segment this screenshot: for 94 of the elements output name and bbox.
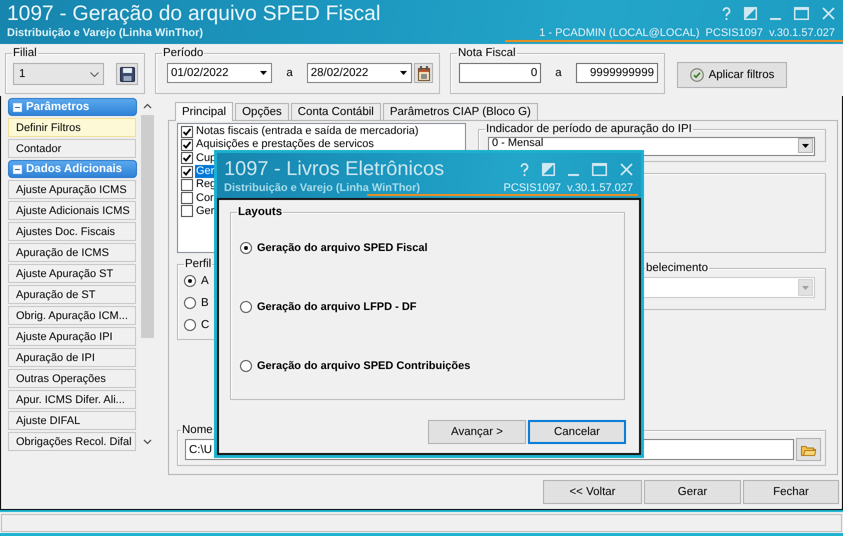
sidebar-item[interactable]: Apur. ICMS Difer. Ali...	[8, 390, 136, 409]
sidebar-item[interactable]: Ajuste Apuração IPI	[8, 327, 136, 346]
calendar-button[interactable]	[414, 63, 433, 83]
dropdown[interactable]: 1	[13, 63, 104, 85]
checklist-label[interactable]: Ger	[195, 165, 216, 178]
date-picker[interactable]: 28/02/2022	[306, 63, 412, 83]
next-button[interactable]: Avançar >	[428, 420, 526, 444]
minimize-icon	[770, 18, 781, 20]
date-picker[interactable]: 01/02/2022	[167, 63, 272, 83]
tab[interactable]: Opções	[235, 103, 289, 120]
radio-label[interactable]: Geração do arquivo SPED Fiscal	[257, 242, 428, 254]
radio-button[interactable]	[184, 319, 196, 331]
back-button[interactable]: << Voltar	[543, 480, 642, 504]
sidebar-item[interactable]: Apuração de ICMS	[8, 243, 136, 262]
cancel-button[interactable]: Cancelar	[528, 420, 626, 444]
group-label: belecimento	[645, 262, 710, 275]
group-label: Filial	[12, 47, 38, 60]
checkbox[interactable]	[181, 178, 193, 191]
radio-label[interactable]: A	[201, 275, 209, 287]
maximize-icon	[592, 163, 607, 176]
caret-down-icon	[802, 144, 809, 148]
checklist-label[interactable]: Ger	[195, 204, 216, 218]
sidebar-item[interactable]: Ajuste Apuração ST	[8, 264, 136, 283]
calendar-icon	[418, 66, 430, 80]
group-label: Indicador de período de apuração do IPI	[485, 123, 693, 136]
maximize-icon	[794, 7, 809, 20]
sidebar-item[interactable]: Ajuste Apuração ICMS	[8, 180, 136, 199]
window-title: 1097 - Livros Eletrônicos	[224, 158, 444, 181]
close-icon	[620, 163, 633, 176]
generate-button[interactable]: Gerar	[644, 480, 741, 504]
folder-button[interactable]	[796, 438, 821, 461]
sidebar-item[interactable]: Obrigações Recol. Difal	[8, 432, 136, 451]
sidebar-item[interactable]: Ajuste Adicionais ICMS	[8, 201, 136, 220]
check-circle-icon	[690, 68, 704, 82]
caret-down-icon	[400, 71, 408, 75]
radio-button[interactable]	[240, 301, 252, 313]
number-field[interactable]: 0	[459, 63, 542, 83]
checkbox[interactable]	[181, 166, 193, 178]
sidebar-item[interactable]: Ajustes Doc. Fiscais	[8, 222, 136, 241]
group-label: Nota Fiscal	[457, 47, 517, 60]
close-button[interactable]: Fechar	[743, 480, 839, 504]
contrast-icon	[744, 7, 757, 20]
checkbox[interactable]	[181, 205, 193, 218]
checkbox[interactable]	[181, 126, 193, 138]
group-label: Nome	[181, 424, 214, 437]
close-icon	[822, 7, 835, 20]
tab[interactable]: Conta Contábil	[290, 103, 381, 120]
radio-button[interactable]	[240, 360, 252, 372]
radio-label[interactable]: C	[201, 319, 210, 331]
section-title: Parâmetros	[26, 101, 90, 113]
caret-down-icon	[260, 71, 268, 75]
radio-label[interactable]: B	[201, 297, 209, 309]
radio-button[interactable]	[184, 275, 196, 287]
sidebar-item[interactable]: Definir Filtros	[8, 118, 136, 137]
contrast-icon	[542, 163, 555, 176]
tab[interactable]: Principal	[175, 102, 234, 121]
checkbox[interactable]	[181, 152, 193, 164]
radio-label[interactable]: Geração do arquivo SPED Contribuições	[257, 360, 470, 372]
sidebar-item[interactable]: Obrig. Apuração ICM...	[8, 306, 136, 325]
save-button[interactable]	[116, 63, 138, 85]
user-label: 1 - PCADMIN (LOCAL@LOCAL)	[539, 27, 700, 39]
folder-icon	[801, 444, 816, 456]
group-label: Layouts	[237, 206, 284, 219]
minimize-icon	[568, 174, 579, 176]
window-subtitle: Distribuição e Varejo (Linha WinThor)	[7, 27, 204, 39]
sidebar-item[interactable]: Contador	[8, 139, 136, 158]
sidebar-item[interactable]: Outras Operações	[8, 369, 136, 388]
help-icon	[520, 163, 529, 177]
help-icon	[722, 7, 731, 21]
chevron-down-icon	[90, 72, 100, 76]
sidebar-item[interactable]: Ajuste DIFAL	[8, 411, 136, 430]
number-field[interactable]: 9999999999	[576, 63, 658, 83]
version-label: PCSIS1097 v.30.1.57.027	[706, 27, 835, 39]
apply-filters-button[interactable]: Aplicar filtros	[677, 62, 787, 88]
tab[interactable]: Parâmetros CIAP (Bloco G)	[382, 103, 538, 120]
window-subtitle: Distribuição e Varejo (Linha WinThor)	[224, 182, 420, 194]
radio-button[interactable]	[240, 242, 252, 254]
caret-down-icon	[802, 286, 809, 290]
version-label: PCSIS1097 v.30.1.57.027	[504, 182, 633, 194]
checklist-label[interactable]: Notas fiscais (entrada e saída de mercadoria)	[195, 125, 420, 138]
radio-label[interactable]: Geração do arquivo LFPD - DF	[257, 301, 417, 313]
sidebar-item[interactable]: Apuração de IPI	[8, 348, 136, 367]
checklist-label[interactable]: Cor	[195, 192, 215, 205]
window-title: 1097 - Geração do arquivo SPED Fiscal	[7, 2, 381, 26]
checkbox[interactable]	[181, 138, 193, 151]
range-separator: a	[555, 67, 562, 79]
range-separator: a	[286, 67, 293, 79]
group-label: Perfil	[184, 258, 212, 271]
radio-button[interactable]	[184, 297, 196, 309]
group-label: Período	[162, 47, 204, 60]
checkbox[interactable]	[181, 192, 193, 204]
section-title: Dados Adicionais	[26, 163, 122, 175]
checklist-label[interactable]: Aquisições e prestações de servicos	[195, 138, 375, 152]
sidebar-item[interactable]: Apuração de ST	[8, 285, 136, 304]
